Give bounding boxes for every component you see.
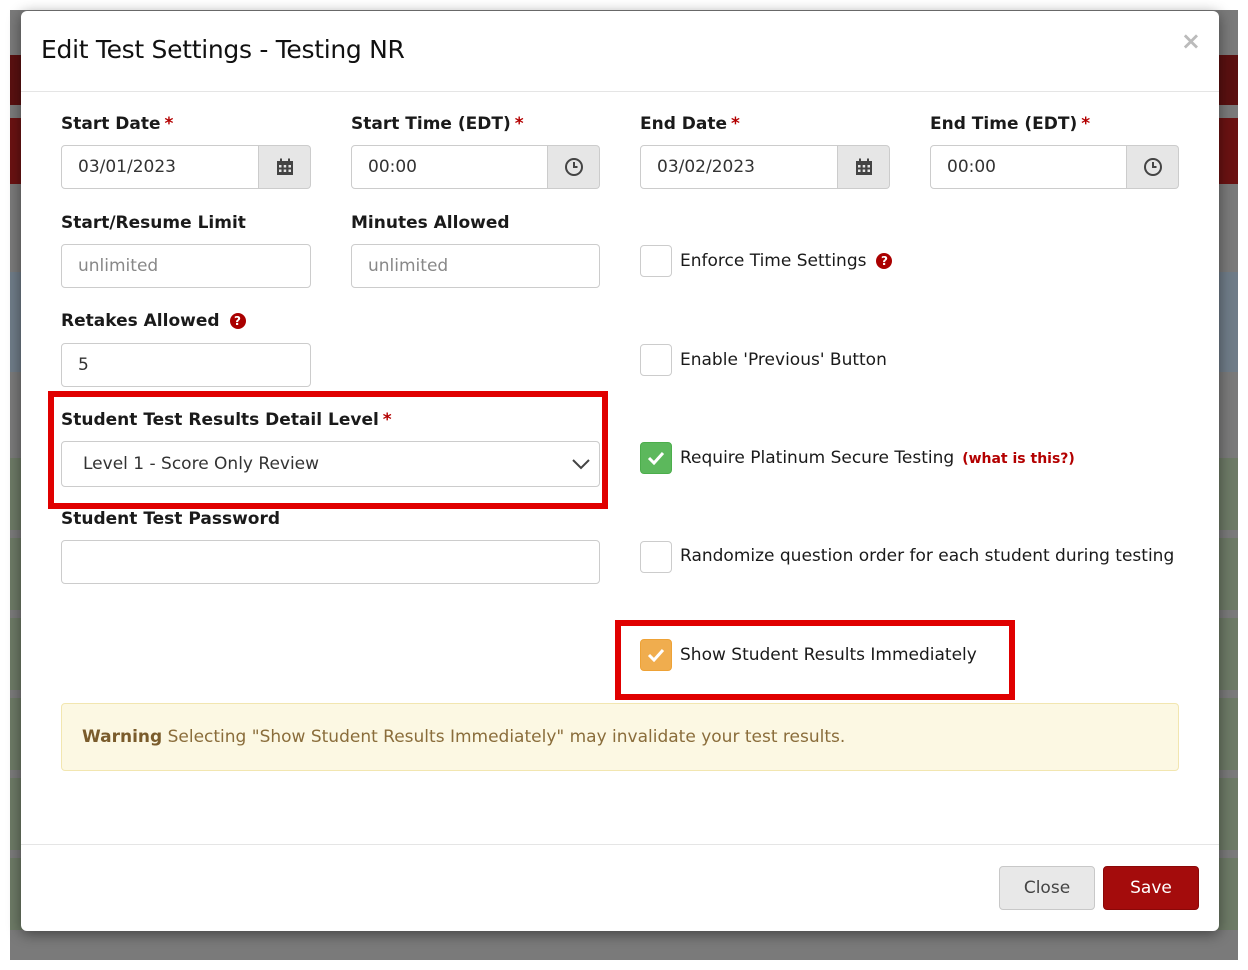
retakes-allowed-input[interactable]: 5 [61, 343, 311, 387]
start-date-picker-button[interactable] [259, 145, 311, 189]
highlight-box-detail-level [48, 391, 608, 509]
minutes-allowed-label: Minutes Allowed [351, 213, 510, 233]
end-date-picker-button[interactable] [838, 145, 890, 189]
warning-text: Selecting "Show Student Results Immediat… [162, 727, 846, 747]
end-date-input[interactable]: 03/02/2023 [640, 145, 838, 189]
start-time-picker-button[interactable] [548, 145, 600, 189]
checkmark-icon [647, 451, 665, 465]
minutes-allowed-input[interactable]: unlimited [351, 244, 600, 288]
calendar-icon [276, 158, 293, 175]
end-time-picker-button[interactable] [1127, 145, 1179, 189]
retakes-allowed-label: Retakes Allowed? [61, 311, 246, 331]
start-resume-limit-input[interactable]: unlimited [61, 244, 311, 288]
start-date-label: Start Date * [61, 114, 174, 134]
enable-previous-label: Enable 'Previous' Button [680, 350, 887, 370]
enforce-time-checkbox[interactable] [640, 245, 672, 277]
modal-title: Edit Test Settings - Testing NR [41, 35, 405, 64]
start-resume-limit-label: Start/Resume Limit [61, 213, 246, 233]
what-is-this-link[interactable]: (what is this?) [962, 451, 1075, 467]
save-button[interactable]: Save [1103, 866, 1199, 910]
close-icon[interactable]: × [1181, 29, 1201, 53]
password-label: Student Test Password [61, 509, 280, 529]
clock-icon [1143, 158, 1162, 176]
modal-footer-divider [21, 844, 1219, 845]
randomize-label: Randomize question order for each studen… [680, 546, 1175, 566]
password-input[interactable] [61, 540, 600, 584]
enable-previous-checkbox[interactable] [640, 344, 672, 376]
platinum-secure-checkbox[interactable] [640, 442, 672, 474]
platinum-secure-label: Require Platinum Secure Testing (what is … [680, 448, 1075, 468]
edit-test-settings-modal: Edit Test Settings - Testing NR × Start … [21, 11, 1219, 931]
help-icon[interactable]: ? [229, 313, 246, 329]
clock-icon [564, 158, 583, 176]
start-time-label: Start Time (EDT) * [351, 114, 524, 134]
highlight-box-show-results [615, 620, 1015, 700]
end-time-input[interactable]: 00:00 [930, 145, 1127, 189]
warning-strong: Warning [82, 727, 163, 747]
warning-alert: Warning Selecting "Show Student Results … [61, 703, 1179, 771]
calendar-icon [855, 158, 872, 175]
enforce-time-label: Enforce Time Settings? [680, 251, 893, 271]
start-time-input[interactable]: 00:00 [351, 145, 548, 189]
help-icon[interactable]: ? [876, 253, 893, 269]
start-date-input[interactable]: 03/01/2023 [61, 145, 259, 189]
end-date-label: End Date * [640, 114, 740, 134]
randomize-checkbox[interactable] [640, 541, 672, 573]
end-time-label: End Time (EDT) * [930, 114, 1091, 134]
close-button[interactable]: Close [999, 866, 1095, 910]
modal-header: Edit Test Settings - Testing NR × [21, 11, 1219, 92]
